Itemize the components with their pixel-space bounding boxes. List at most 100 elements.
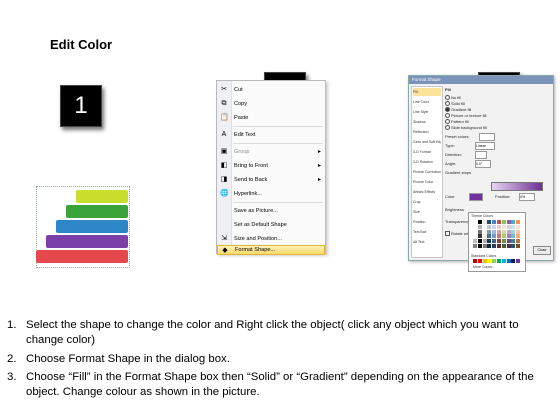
color-swatch[interactable] bbox=[506, 239, 511, 244]
color-swatch[interactable] bbox=[501, 224, 506, 229]
color-swatch[interactable] bbox=[511, 229, 516, 234]
color-swatch[interactable] bbox=[516, 224, 521, 229]
option-solid-fill[interactable]: Solid fill bbox=[445, 101, 465, 107]
direction-dropdown[interactable] bbox=[475, 151, 487, 159]
color-swatch[interactable] bbox=[473, 239, 477, 244]
color-swatch[interactable] bbox=[516, 259, 521, 263]
menu-item-set-default-shape[interactable]: Set as Default Shape bbox=[217, 218, 325, 232]
color-swatch[interactable] bbox=[477, 234, 482, 239]
category-reflection[interactable]: Reflection bbox=[413, 128, 441, 136]
menu-item-edit-text[interactable]: A Edit Text bbox=[217, 128, 325, 142]
category-artistic-effects[interactable]: Artistic Effects bbox=[413, 188, 441, 196]
color-swatch[interactable] bbox=[492, 220, 497, 224]
color-swatch[interactable] bbox=[487, 220, 492, 224]
menu-item-bring-to-front[interactable]: ◧ Bring to Front ▸ bbox=[217, 159, 325, 173]
menu-item-format-shape[interactable]: ◆ Format Shape... bbox=[217, 245, 325, 255]
color-swatch[interactable] bbox=[496, 243, 501, 248]
color-swatch[interactable] bbox=[496, 220, 501, 224]
color-swatch[interactable] bbox=[473, 243, 477, 248]
color-swatch[interactable] bbox=[477, 243, 482, 248]
color-swatch[interactable] bbox=[482, 243, 487, 248]
color-swatch[interactable] bbox=[511, 239, 516, 244]
type-dropdown[interactable]: Linear bbox=[475, 142, 495, 150]
category-line-color[interactable]: Line Color bbox=[413, 98, 441, 106]
color-swatch[interactable] bbox=[501, 239, 506, 244]
color-swatch[interactable] bbox=[482, 224, 487, 229]
color-picker-button[interactable] bbox=[469, 193, 483, 201]
color-swatch[interactable] bbox=[477, 259, 482, 263]
color-swatch[interactable] bbox=[496, 234, 501, 239]
color-swatch[interactable] bbox=[506, 220, 511, 224]
option-pattern-fill[interactable]: Pattern fill bbox=[445, 119, 469, 125]
category-glow[interactable]: Glow and Soft Edges bbox=[413, 138, 441, 146]
color-swatch[interactable] bbox=[506, 224, 511, 229]
category-size[interactable]: Size bbox=[413, 208, 441, 216]
color-swatch[interactable] bbox=[473, 229, 477, 234]
menu-item-save-as-picture[interactable]: Save as Picture... bbox=[217, 204, 325, 218]
color-swatch[interactable] bbox=[487, 224, 492, 229]
color-swatch[interactable] bbox=[477, 229, 482, 234]
color-swatch[interactable] bbox=[492, 243, 497, 248]
color-swatch[interactable] bbox=[487, 229, 492, 234]
color-swatch[interactable] bbox=[511, 243, 516, 248]
shape-step-red[interactable] bbox=[36, 250, 128, 263]
category-3d-rotation[interactable]: 3-D Rotation bbox=[413, 158, 441, 166]
shape-step-blue[interactable] bbox=[56, 220, 128, 233]
selected-shape[interactable] bbox=[36, 186, 130, 268]
category-line-style[interactable]: Line Style bbox=[413, 108, 441, 116]
category-picture-corrections[interactable]: Picture Corrections bbox=[413, 168, 441, 176]
menu-item-paste[interactable]: 📋 Paste bbox=[217, 111, 325, 125]
menu-item-size-position[interactable]: ⇲ Size and Position... bbox=[217, 232, 325, 246]
color-swatch[interactable] bbox=[501, 229, 506, 234]
menu-item-send-to-back[interactable]: ◨ Send to Back ▸ bbox=[217, 173, 325, 187]
menu-item-cut[interactable]: ✂ Cut bbox=[217, 83, 325, 97]
color-swatch[interactable] bbox=[496, 224, 501, 229]
color-swatch[interactable] bbox=[487, 243, 492, 248]
option-gradient-fill[interactable]: Gradient fill bbox=[445, 107, 471, 113]
color-swatch[interactable] bbox=[511, 224, 516, 229]
gradient-stops-bar[interactable] bbox=[491, 182, 543, 191]
shape-step-green[interactable] bbox=[66, 205, 128, 218]
color-swatch[interactable] bbox=[473, 220, 477, 224]
color-swatch[interactable] bbox=[506, 234, 511, 239]
color-swatch[interactable] bbox=[482, 229, 487, 234]
category-picture-color[interactable]: Picture Color bbox=[413, 178, 441, 186]
category-3d-format[interactable]: 3-D Format bbox=[413, 148, 441, 156]
category-shadow[interactable]: Shadow bbox=[413, 118, 441, 126]
color-swatch[interactable] bbox=[492, 259, 497, 263]
menu-item-copy[interactable]: ⧉ Copy bbox=[217, 97, 325, 111]
color-swatch[interactable] bbox=[496, 229, 501, 234]
color-swatch[interactable] bbox=[492, 239, 497, 244]
option-no-fill[interactable]: No fill bbox=[445, 95, 461, 101]
color-swatch[interactable] bbox=[501, 243, 506, 248]
color-swatch[interactable] bbox=[487, 259, 492, 263]
color-swatch[interactable] bbox=[496, 259, 501, 263]
category-fill[interactable]: Fill bbox=[413, 88, 441, 96]
angle-input[interactable]: 0.0° bbox=[475, 160, 491, 168]
color-swatch[interactable] bbox=[492, 234, 497, 239]
color-swatch[interactable] bbox=[501, 234, 506, 239]
color-swatch[interactable] bbox=[473, 259, 477, 263]
color-swatch[interactable] bbox=[511, 220, 516, 224]
color-swatch[interactable] bbox=[487, 234, 492, 239]
preset-colors-dropdown[interactable] bbox=[479, 133, 495, 141]
category-text-box[interactable]: Text Box bbox=[413, 228, 441, 236]
color-swatch[interactable] bbox=[501, 259, 506, 263]
category-alt-text[interactable]: Alt Text bbox=[413, 238, 441, 246]
color-swatch[interactable] bbox=[477, 224, 482, 229]
color-swatch[interactable] bbox=[473, 224, 477, 229]
color-swatch[interactable] bbox=[511, 259, 516, 263]
shape-step-purple[interactable] bbox=[46, 235, 128, 248]
category-crop[interactable]: Crop bbox=[413, 198, 441, 206]
color-swatch[interactable] bbox=[506, 259, 511, 263]
color-swatch[interactable] bbox=[506, 243, 511, 248]
color-swatch[interactable] bbox=[516, 229, 521, 234]
color-swatch[interactable] bbox=[516, 220, 521, 224]
color-swatch[interactable] bbox=[482, 259, 487, 263]
color-swatch[interactable] bbox=[477, 220, 482, 224]
menu-item-hyperlink[interactable]: 🌐 Hyperlink... bbox=[217, 187, 325, 201]
color-swatch[interactable] bbox=[516, 234, 521, 239]
color-swatch[interactable] bbox=[516, 239, 521, 244]
close-button[interactable]: Close bbox=[533, 246, 551, 255]
color-swatch[interactable] bbox=[516, 243, 521, 248]
